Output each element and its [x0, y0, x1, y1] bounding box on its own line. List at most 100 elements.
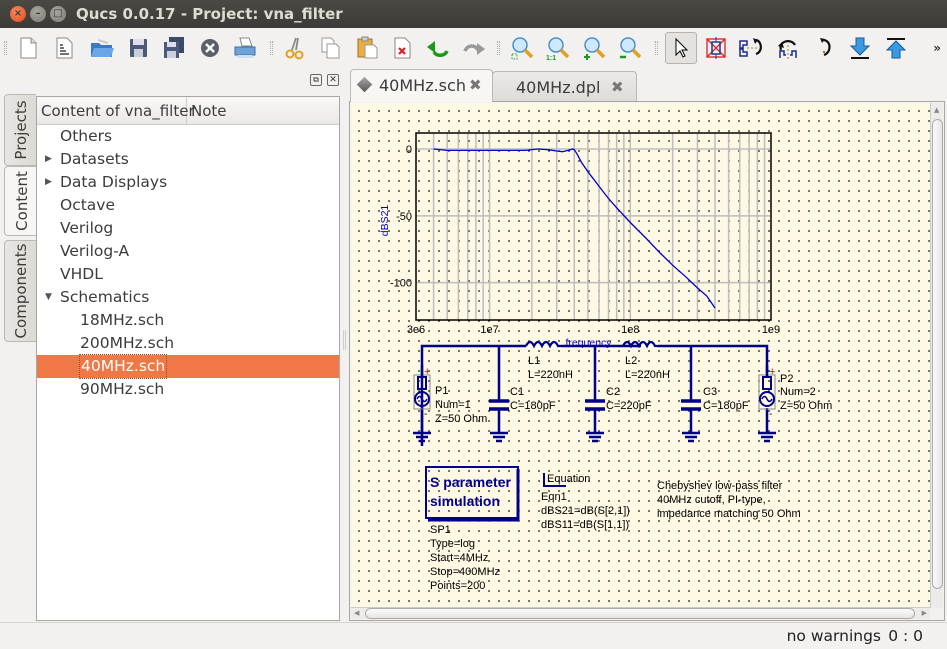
scissors-icon: [285, 37, 304, 60]
rotate-button[interactable]: [812, 34, 840, 62]
tree-item-label: Octave: [60, 196, 116, 214]
side-tab-content[interactable]: Content: [4, 166, 38, 236]
copy-button[interactable]: [316, 34, 344, 62]
view-1-1-button[interactable]: 1:1: [545, 34, 573, 62]
cut-button[interactable]: [281, 34, 309, 62]
tree-item[interactable]: ▼ Schematics: [37, 286, 339, 309]
zoom-out-button[interactable]: [617, 34, 645, 62]
scroll-left-icon[interactable]: ◀: [354, 609, 359, 617]
collapsed-arrow-icon[interactable]: ▶: [45, 171, 52, 194]
toolbar-handle[interactable]: [655, 41, 658, 55]
tree-item[interactable]: 40MHz.sch: [37, 354, 339, 379]
scroll-right-icon[interactable]: ▶: [922, 609, 927, 617]
sim-prop: Type=log: [430, 538, 475, 550]
exit-subcircuit-button[interactable]: [882, 34, 910, 62]
tree-item[interactable]: Verilog-A: [37, 240, 339, 263]
tree-item[interactable]: 18MHz.sch: [37, 309, 339, 332]
c3-value: C=180pF: [703, 400, 749, 412]
open-button[interactable]: [88, 34, 116, 62]
save-all-button[interactable]: [160, 34, 188, 62]
tree-item-label: 40MHz.sch: [78, 354, 168, 379]
sparameter-simulation-block[interactable]: S parameter simulation: [425, 466, 520, 522]
vertical-scroll-thumb[interactable]: [932, 119, 943, 589]
print-button[interactable]: [231, 34, 259, 62]
mirror-y-button[interactable]: [774, 34, 802, 62]
scroll-up-icon[interactable]: ▲: [934, 106, 939, 114]
schematic-drawing: 0-50-1003e6 1e7 1e8 1e9frequencydBS21 + …: [379, 132, 832, 592]
tab-close-icon[interactable]: ✖: [469, 76, 482, 94]
view-all-button[interactable]: [509, 34, 537, 62]
tree-item[interactable]: Verilog: [37, 217, 339, 240]
svg-text:+: +: [769, 366, 775, 378]
delete-button[interactable]: [388, 34, 416, 62]
c2-name: C2: [606, 386, 620, 398]
expanded-arrow-icon[interactable]: ▼: [45, 286, 52, 309]
tree-item-label: Datasets: [60, 150, 129, 168]
enter-subcircuit-button[interactable]: [846, 34, 874, 62]
pointer-icon: [675, 37, 689, 58]
dock-splitter-handle[interactable]: [343, 330, 346, 350]
diagram-dbs21[interactable]: 0-50-1003e6 1e7 1e8 1e9frequencydBS21: [379, 132, 780, 349]
capacitor-c3[interactable]: [681, 399, 701, 411]
capacitor-c2[interactable]: [585, 399, 605, 411]
equation-block[interactable]: Equation Eqn1 dBS21=dB(S[2,1]) dBS11=dB(…: [541, 473, 630, 531]
schematic-note[interactable]: Chebyshev low-pass filter 40MHz cutoff, …: [657, 480, 801, 520]
tree-item[interactable]: ▶ Data Displays: [37, 171, 339, 194]
tree-item[interactable]: Others: [37, 125, 339, 148]
tree-item[interactable]: 90MHz.sch: [37, 378, 339, 401]
c2-value: C=220pF: [606, 400, 652, 412]
new-file-button[interactable]: [14, 34, 42, 62]
p1-name: P1: [435, 385, 448, 397]
redo-button[interactable]: [460, 34, 488, 62]
mirror-x-button[interactable]: [738, 34, 766, 62]
close-document-button[interactable]: [196, 34, 224, 62]
cursor-position: 0 : 0: [888, 627, 923, 645]
save-button[interactable]: [124, 34, 152, 62]
tree-item[interactable]: Octave: [37, 194, 339, 217]
toolbar-handle[interactable]: [497, 41, 500, 55]
vertical-scrollbar[interactable]: ▲: [930, 103, 943, 608]
tab-close-icon[interactable]: ✖: [611, 78, 624, 96]
dock-float-button[interactable]: ⧉: [310, 74, 322, 86]
window-minimize-button[interactable]: –: [30, 6, 46, 22]
p2-name: P2: [780, 373, 793, 385]
dock-close-button[interactable]: ✕: [327, 74, 339, 86]
deactivate-button[interactable]: [702, 34, 730, 62]
select-button[interactable]: [665, 32, 697, 64]
arrow-down-icon: [849, 37, 871, 59]
toolbar-handle[interactable]: [270, 41, 273, 55]
equation-prop: dBS11=dB(S[1,1]): [541, 519, 629, 531]
tab-40mhz-sch[interactable]: 40MHz.sch ✖: [350, 69, 493, 102]
capacitor-c1[interactable]: [489, 399, 509, 411]
toolbar-handle[interactable]: [4, 41, 7, 55]
tree-item[interactable]: ▶ Datasets: [37, 148, 339, 171]
c3-name: C3: [703, 386, 717, 398]
tree-item-label: Schematics: [60, 288, 150, 306]
zoom-in-button[interactable]: [581, 34, 609, 62]
side-tab-projects[interactable]: Projects: [4, 94, 36, 166]
tab-40mhz-dpl[interactable]: 40MHz.dpl ✖: [492, 71, 637, 101]
window-close-button[interactable]: ×: [10, 6, 26, 22]
undo-button[interactable]: [424, 34, 452, 62]
tree-item[interactable]: VHDL: [37, 263, 339, 286]
horizontal-scrollbar[interactable]: ◀ ▶: [351, 607, 930, 619]
column-header-content[interactable]: Content of vna_filter: [37, 97, 195, 124]
collapsed-arrow-icon[interactable]: ▶: [45, 148, 52, 171]
window-maximize-button[interactable]: □: [50, 6, 66, 22]
column-header-note[interactable]: Note: [187, 97, 227, 124]
p1-impedance: Z=50 Ohm: [435, 413, 487, 425]
toolbar-overflow-button[interactable]: »: [933, 41, 941, 55]
paste-button[interactable]: [353, 34, 381, 62]
side-tab-components[interactable]: Components: [4, 240, 36, 342]
tree-item-label: 200MHz.sch: [80, 334, 175, 352]
save-all-icon: [164, 37, 184, 58]
ground-icon: [682, 431, 700, 443]
x-tick-label: 1e8: [621, 324, 639, 336]
new-text-button[interactable]: [50, 34, 78, 62]
inductor-l1[interactable]: [525, 340, 561, 349]
tree-item[interactable]: 200MHz.sch: [37, 332, 339, 355]
schematic-view: 0 -50 -100 3e6 1e7 1e8 1e9 frequency dBS21: [349, 101, 945, 621]
c1-name: C1: [510, 386, 524, 398]
horizontal-scroll-thumb[interactable]: [365, 608, 915, 619]
schematic-canvas[interactable]: 0 -50 -100 3e6 1e7 1e8 1e9 frequency dBS21: [351, 103, 930, 608]
